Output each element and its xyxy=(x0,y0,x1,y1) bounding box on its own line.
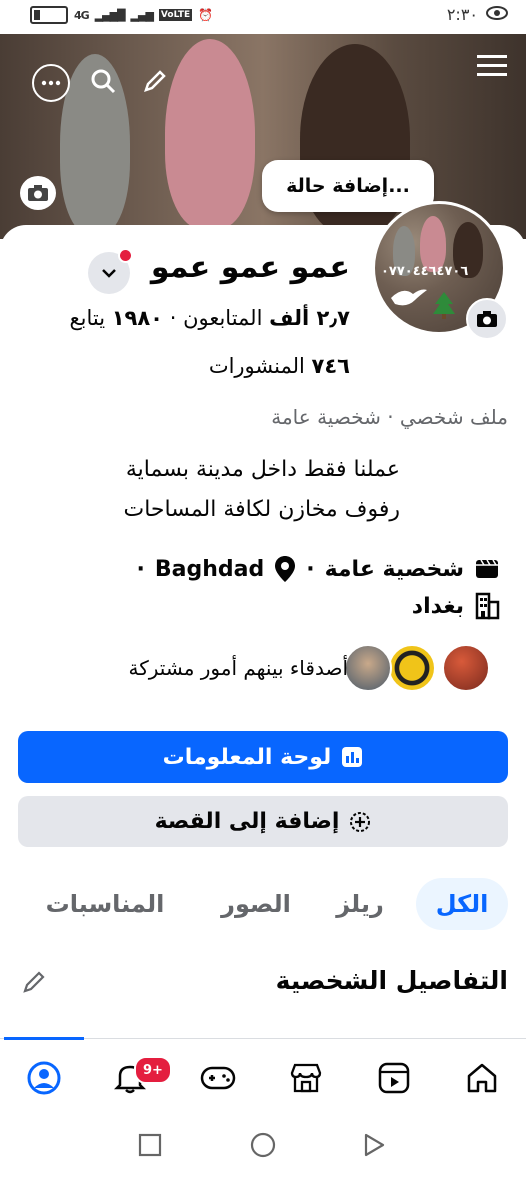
status-right: ٢:٣٠ xyxy=(447,5,508,24)
home-icon[interactable] xyxy=(460,1056,504,1100)
edit-icon[interactable] xyxy=(138,64,172,98)
profile-name: عمو عمو عمو xyxy=(150,250,350,285)
alarm-icon: ⏰ xyxy=(198,8,214,22)
back-icon[interactable] xyxy=(358,1129,390,1161)
followers-count[interactable]: ٢٫٧ ألف xyxy=(269,306,350,330)
posts-label[interactable]: المنشورات xyxy=(209,354,305,378)
battery-icon xyxy=(30,6,68,24)
gaming-icon[interactable] xyxy=(196,1056,240,1100)
separator: · xyxy=(306,556,315,582)
followers-label[interactable]: المتابعون xyxy=(183,306,262,330)
active-nav-indicator xyxy=(4,1037,84,1040)
dashboard-label: لوحة المعلومات xyxy=(162,744,332,770)
volte-badge: VoLTE xyxy=(158,9,193,21)
bio-line: رفوف مخازن لكافة المساحات xyxy=(123,497,400,522)
posts-count[interactable]: ٧٤٦ xyxy=(312,354,350,378)
bio-line: عملنا فقط داخل مدينة بسماية xyxy=(125,457,400,482)
profile-category: ملف شخصي · شخصية عامة xyxy=(271,405,508,429)
tab-photos[interactable]: الصور xyxy=(212,878,300,930)
search-icon[interactable] xyxy=(86,64,120,98)
signal-2-icon: ▂▄▆ xyxy=(130,8,154,22)
video-nav-icon[interactable] xyxy=(372,1056,416,1100)
status-bar: 4G ▂▄▆█ ▂▄▆ VoLTE ⏰ ٢:٣٠ xyxy=(0,0,526,34)
avatar-phone: ٠٧٧٠٤٤٦٤٧٠٦ xyxy=(381,264,469,279)
info-city: بغداد xyxy=(411,593,464,619)
friend-avatar xyxy=(442,644,490,692)
location-icon xyxy=(274,555,296,583)
profile-stats-line2: ٧٤٦ المنشورات xyxy=(209,354,350,378)
separator: · xyxy=(136,556,145,582)
menu-icon[interactable] xyxy=(474,48,510,84)
add-story-label: إضافة إلى القصة xyxy=(154,809,340,834)
avatar-camera-icon[interactable] xyxy=(466,298,508,340)
mutual-text: أصدقاء بينهم أمور مشتركة xyxy=(128,656,348,680)
signal-icon: ▂▄▆█ xyxy=(94,8,126,22)
mutual-friends[interactable]: أصدقاء بينهم أمور مشتركة xyxy=(129,644,490,692)
separator: · xyxy=(163,306,177,330)
dashboard-icon xyxy=(341,746,363,768)
add-status-bubble[interactable]: إضافة حالة... xyxy=(262,160,434,212)
eye-icon xyxy=(486,5,508,24)
dashboard-button[interactable]: لوحة المعلومات xyxy=(18,731,508,783)
status-left: 4G ▂▄▆█ ▂▄▆ VoLTE ⏰ xyxy=(30,6,213,24)
dove-icon xyxy=(389,284,429,310)
add-story-icon xyxy=(349,811,371,833)
info-category: شخصية عامة xyxy=(324,556,464,582)
following-count[interactable]: ١٩٨٠ xyxy=(112,306,163,330)
video-icon xyxy=(474,557,500,581)
marketplace-icon[interactable] xyxy=(284,1056,328,1100)
friend-avatar xyxy=(344,644,392,692)
notification-dot xyxy=(118,248,133,263)
tab-reels[interactable]: ريلز xyxy=(326,878,394,930)
time: ٢:٣٠ xyxy=(446,5,478,24)
cover-camera-icon[interactable] xyxy=(20,176,56,210)
cover-figure xyxy=(165,39,255,229)
recents-icon[interactable] xyxy=(134,1129,166,1161)
notification-badge: 9+ xyxy=(134,1056,172,1084)
bottom-nav xyxy=(0,1042,526,1112)
profile-stats-line1: ٢٫٧ ألف المتابعون · ١٩٨٠ يتابع xyxy=(69,306,350,330)
friend-avatar xyxy=(388,644,436,692)
info-row: بغداد xyxy=(412,592,500,620)
profile-bio: عملنا فقط داخل مدينة بسماية رفوف مخازن ل… xyxy=(20,450,400,530)
info-row: شخصية عامة · Baghdad · xyxy=(137,555,501,583)
cedar-icon xyxy=(431,290,457,320)
network-label: 4G xyxy=(74,8,90,22)
home-system-icon[interactable] xyxy=(247,1129,279,1161)
edit-details-icon[interactable] xyxy=(20,968,48,996)
tab-events[interactable]: المناسبات xyxy=(30,878,180,930)
building-icon xyxy=(474,592,500,620)
system-nav xyxy=(0,1112,526,1178)
section-title: التفاصيل الشخصية xyxy=(275,966,508,995)
info-location[interactable]: Baghdad xyxy=(155,557,264,582)
profile-nav-icon[interactable] xyxy=(22,1056,66,1100)
profile-tabs: الكل ريلز الصور المناسبات xyxy=(0,878,526,932)
tab-all[interactable]: الكل xyxy=(416,878,508,930)
more-icon[interactable] xyxy=(32,64,70,102)
add-story-button[interactable]: إضافة إلى القصة xyxy=(18,796,508,847)
following-label[interactable]: يتابع xyxy=(69,306,105,330)
